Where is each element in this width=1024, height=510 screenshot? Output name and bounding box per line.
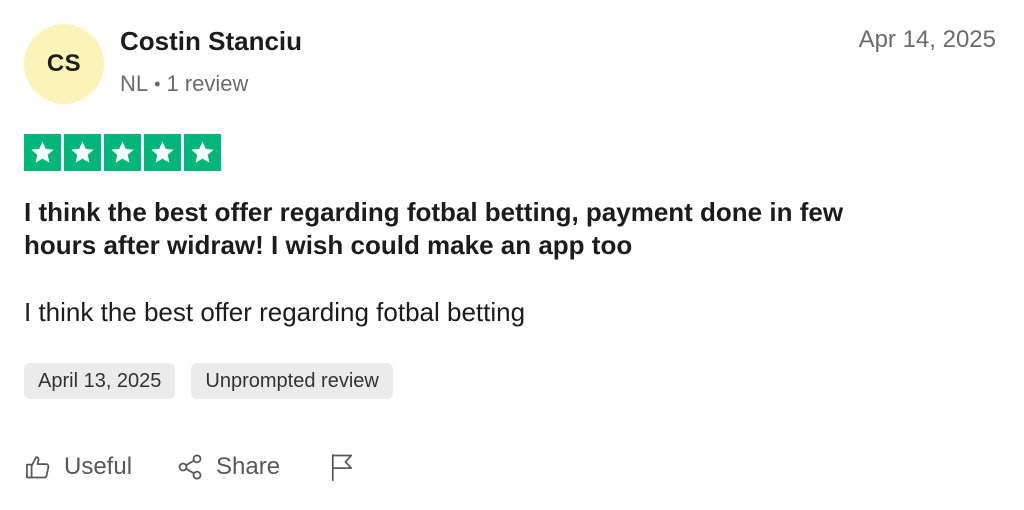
- meta-separator: •: [154, 73, 161, 94]
- experience-date-tag: April 13, 2025: [24, 363, 176, 399]
- avatar-initials: CS: [46, 50, 82, 77]
- review-card: CS Costin Stanciu NL • 1 review Apr 14, …: [0, 0, 1024, 510]
- review-title[interactable]: I think the best offer regarding fotbal …: [24, 196, 884, 262]
- reviewer-country: NL: [120, 71, 149, 96]
- thumbs-up-icon: [24, 453, 52, 481]
- report-button[interactable]: [328, 452, 356, 482]
- review-date: Apr 14, 2025: [858, 26, 996, 53]
- review-tags: April 13, 2025 Unprompted review: [24, 363, 393, 399]
- useful-label: Useful: [64, 453, 133, 480]
- review-actions: Useful Share: [24, 452, 356, 482]
- star-icon: [104, 134, 141, 171]
- reviewer-name[interactable]: Costin Stanciu: [120, 26, 302, 57]
- reviewer-meta: NL • 1 review: [120, 71, 248, 97]
- star-rating: [24, 134, 221, 171]
- reviewer-review-count: 1 review: [166, 71, 249, 96]
- useful-button[interactable]: Useful: [24, 453, 132, 481]
- avatar[interactable]: CS: [24, 24, 104, 104]
- flag-icon: [328, 452, 356, 482]
- star-icon: [64, 134, 101, 171]
- share-label: Share: [216, 453, 281, 480]
- star-icon: [184, 134, 221, 171]
- review-body: I think the best offer regarding fotbal …: [24, 297, 526, 327]
- share-button[interactable]: Share: [176, 453, 280, 481]
- unprompted-review-tag[interactable]: Unprompted review: [191, 363, 393, 399]
- share-icon: [176, 453, 204, 481]
- star-icon: [144, 134, 181, 171]
- star-icon: [24, 134, 61, 171]
